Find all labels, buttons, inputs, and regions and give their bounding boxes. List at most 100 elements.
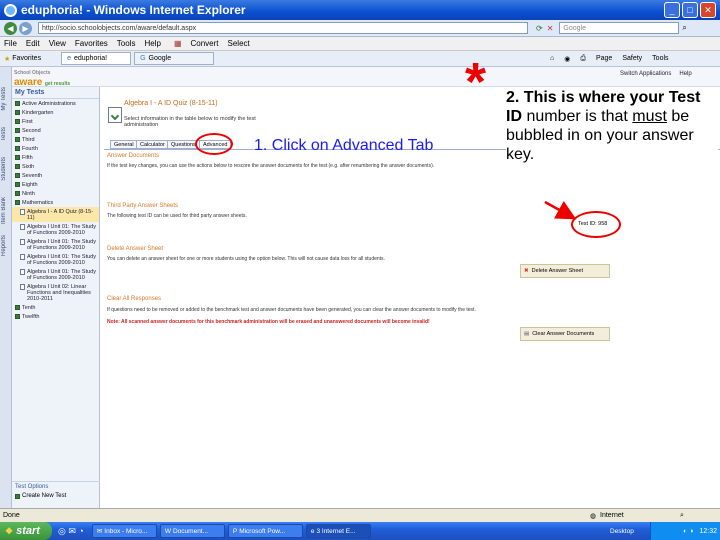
rss-icon[interactable]: ◉ bbox=[564, 55, 570, 63]
minimize-button[interactable]: _ bbox=[664, 2, 680, 18]
section-answer-documents-title: Answer Documents bbox=[107, 153, 160, 159]
tree-item-label: Twelfth bbox=[22, 313, 40, 320]
tree-item-label: Sixth bbox=[22, 163, 35, 170]
vtab-my-tests[interactable]: My Tests bbox=[1, 87, 7, 111]
menu-favorites[interactable]: Favorites bbox=[75, 39, 108, 48]
vtab-reports[interactable]: Reports bbox=[1, 235, 7, 256]
tree-item[interactable]: Tenth bbox=[12, 303, 99, 312]
new-test-icon bbox=[15, 493, 20, 499]
favorites-button[interactable]: Favorites bbox=[12, 55, 41, 62]
section-answer-documents-text: If the test key changes, you can use the… bbox=[107, 163, 435, 169]
ie-taskbar-icon: e bbox=[310, 527, 315, 535]
vtab-tests[interactable]: Tests bbox=[1, 127, 7, 141]
taskbar-item-ie[interactable]: e3 Internet E... bbox=[305, 524, 371, 538]
tree-item[interactable]: Algebra I Unit 01: The Study of Function… bbox=[12, 267, 99, 282]
back-button[interactable]: ◀ bbox=[4, 21, 17, 35]
menu-tools[interactable]: Tools bbox=[117, 39, 136, 48]
section-delete-title: Delete Answer Sheet bbox=[107, 246, 164, 252]
page-menu[interactable]: Page bbox=[596, 55, 612, 63]
tree-item[interactable]: Eighth bbox=[12, 180, 99, 189]
convert-button[interactable]: Convert bbox=[191, 39, 219, 48]
zoom-level[interactable]: ⌕ bbox=[680, 512, 684, 520]
url-field[interactable]: http://socio.schoolobjects.com/aware/def… bbox=[38, 22, 528, 34]
tab-calculator[interactable]: Calculator bbox=[136, 140, 169, 149]
tree-item[interactable]: Sixth bbox=[12, 162, 99, 171]
menu-file[interactable]: File bbox=[4, 39, 17, 48]
menu-bar: File Edit View Favorites Tools Help ▦ Co… bbox=[0, 37, 720, 51]
delete-answer-sheet-button[interactable]: ✖ Delete Answer Sheet bbox=[520, 264, 610, 278]
menu-help[interactable]: Help bbox=[144, 39, 160, 48]
help-link[interactable]: Help bbox=[679, 71, 691, 77]
menu-edit[interactable]: Edit bbox=[26, 39, 40, 48]
desktop-toolbar[interactable]: Desktop bbox=[610, 528, 634, 535]
tree-item-label: First bbox=[22, 118, 33, 125]
safety-menu[interactable]: Safety bbox=[622, 55, 642, 63]
menu-view[interactable]: View bbox=[49, 39, 66, 48]
tree-item-label: Algebra I Unit 01: The Study of Function… bbox=[27, 223, 96, 236]
test-id-highlight-circle bbox=[571, 211, 621, 238]
vtab-item-bank[interactable]: Item Bank bbox=[1, 197, 7, 224]
tree-item[interactable]: Ninth bbox=[12, 189, 99, 198]
tree-item[interactable]: Second bbox=[12, 126, 99, 135]
tree-item[interactable]: Fourth bbox=[12, 144, 99, 153]
tree-item[interactable]: Third bbox=[12, 135, 99, 144]
start-button[interactable]: ❖ start bbox=[0, 522, 52, 540]
taskbar-item-document[interactable]: W Document... bbox=[159, 524, 225, 538]
google-icon: G bbox=[140, 55, 146, 62]
folder-icon bbox=[15, 305, 20, 310]
page-icon: e bbox=[67, 55, 71, 62]
create-new-test-link[interactable]: Create New Test bbox=[12, 492, 100, 500]
tray-icons[interactable]: ◐ ◑ bbox=[683, 528, 693, 535]
tree-item[interactable]: Algebra I Unit 01: The Study of Function… bbox=[12, 222, 99, 237]
tree-item[interactable]: Algebra I - A ID Quiz (8-15-11) bbox=[12, 207, 99, 222]
clock: 12:32 bbox=[699, 527, 717, 535]
maximize-button[interactable]: □ bbox=[682, 2, 698, 18]
tree-item[interactable]: Active Administrations bbox=[12, 99, 99, 108]
start-label: start bbox=[16, 525, 40, 537]
favorites-tab-bar: ★ Favorites e eduphoria! G Google ⌂ ◉ ⎙ … bbox=[0, 51, 720, 67]
print-icon[interactable]: ⎙ bbox=[580, 55, 586, 63]
tree-item-label: Algebra I - A ID Quiz (8-15-11) bbox=[27, 208, 94, 221]
tree-item-label: Mathematics bbox=[22, 199, 54, 206]
clear-answer-documents-button[interactable]: ▤ Clear Answer Documents bbox=[520, 327, 610, 341]
tree-item[interactable]: Seventh bbox=[12, 171, 99, 180]
test-document-icon bbox=[20, 239, 25, 245]
word-icon: W bbox=[164, 527, 171, 535]
vtab-students[interactable]: Students bbox=[1, 157, 7, 181]
command-bar: ⌂ ◉ ⎙ Page Safety Tools bbox=[550, 55, 669, 63]
test-document-icon bbox=[20, 254, 25, 260]
tree-item[interactable]: Algebra I Unit 01: The Study of Function… bbox=[12, 237, 99, 252]
select-button[interactable]: Select bbox=[228, 39, 250, 48]
switch-applications-link[interactable]: Switch Applications bbox=[620, 71, 671, 77]
url-text: http://socio.schoolobjects.com/aware/def… bbox=[42, 24, 197, 32]
search-input[interactable]: Google bbox=[559, 22, 680, 34]
close-button[interactable]: ✕ bbox=[700, 2, 716, 18]
tree-item[interactable]: Mathematics bbox=[12, 198, 99, 207]
tools-menu[interactable]: Tools bbox=[652, 55, 668, 63]
taskbar-item-powerpoint[interactable]: P Microsoft Pow... bbox=[227, 524, 303, 538]
clear-button-label: Clear Answer Documents bbox=[532, 331, 595, 337]
tree-item[interactable]: Fifth bbox=[12, 153, 99, 162]
tree-item[interactable]: Algebra I Unit 01: The Study of Function… bbox=[12, 252, 99, 267]
search-placeholder: Google bbox=[563, 24, 586, 32]
system-tray: ◐ ◑ 12:32 bbox=[650, 522, 720, 540]
tab-eduphoria[interactable]: e eduphoria! bbox=[61, 52, 132, 65]
delete-button-label: Delete Answer Sheet bbox=[531, 268, 583, 274]
tree-item[interactable]: Kindergarten bbox=[12, 108, 99, 117]
status-text: Done bbox=[3, 512, 20, 519]
tree-item[interactable]: Twelfth bbox=[12, 312, 99, 321]
search-icon[interactable]: ⌕ bbox=[682, 23, 686, 33]
tree-item[interactable]: First bbox=[12, 117, 99, 126]
task-label: Document... bbox=[172, 527, 209, 535]
tab-google[interactable]: G Google bbox=[134, 52, 215, 65]
tab-general[interactable]: General bbox=[110, 140, 138, 149]
folder-icon bbox=[15, 200, 20, 205]
home-icon[interactable]: ⌂ bbox=[550, 55, 554, 63]
taskbar-item-inbox[interactable]: ✉ Inbox - Micro... bbox=[91, 524, 157, 538]
tree-item-label: Kindergarten bbox=[22, 109, 54, 116]
stop-icon[interactable]: ✕ bbox=[547, 24, 554, 33]
quick-launch-icons[interactable]: ◎ ✉ ◔ bbox=[58, 526, 84, 537]
tree-item[interactable]: Algebra I Unit 02: Linear Functions and … bbox=[12, 282, 99, 303]
forward-button[interactable]: ▶ bbox=[19, 21, 32, 35]
refresh-icon[interactable]: ⟳ bbox=[536, 24, 543, 33]
